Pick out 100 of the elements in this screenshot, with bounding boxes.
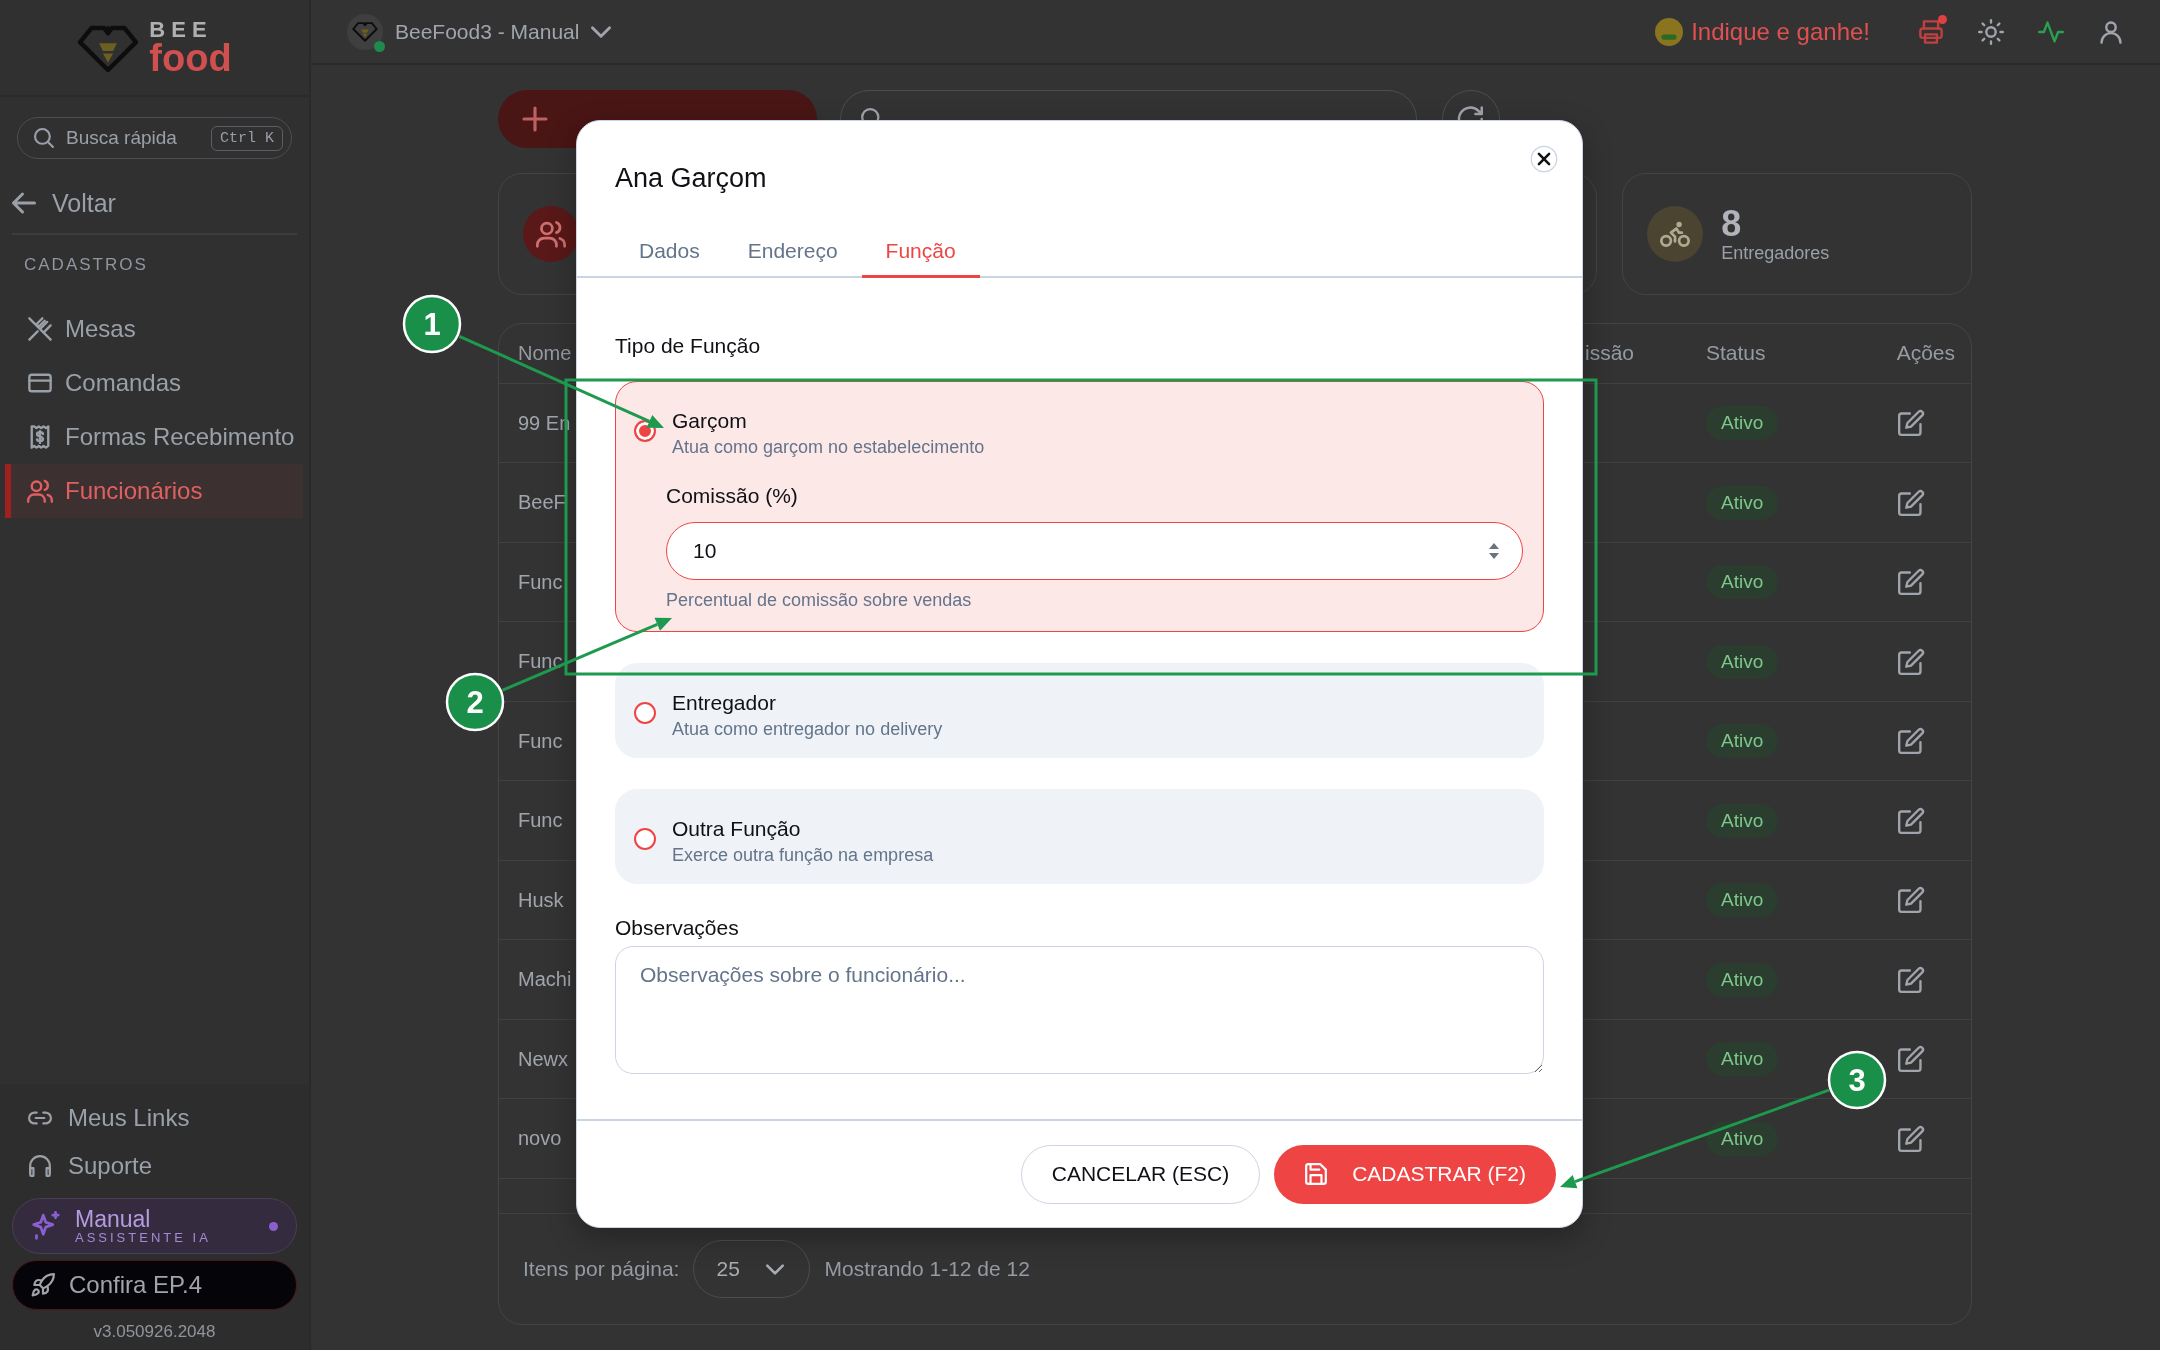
status-badge: Ativo [1706,962,1779,997]
sidebar-item[interactable]: Mesas [5,302,303,356]
status-badge: Ativo [1706,644,1779,679]
pagination-summary: Mostrando 1-12 de 12 [824,1257,1030,1282]
option-description: Exerce outra função na empresa [672,845,935,866]
status-badge: Ativo [1706,883,1779,918]
table-cell-text: Func [517,729,563,753]
option-description: Atua como garçom no estabelecimento [672,437,986,458]
edit-icon[interactable] [1898,1046,1924,1073]
option-card[interactable]: Garçom Atua como garçom no estabelecimento Comissão (%) 10 Percentual de comissão sobre vendas [615,381,1544,632]
column-header: Ações [1896,341,1956,366]
option-card[interactable]: Outra Função Exerce outra função na empresa [615,789,1544,884]
back-arrow-icon [12,191,36,215]
option-card[interactable]: Entregador Atua como entregador no delivery [615,663,1544,758]
option-title: Garçom [672,409,748,433]
sidebar-link[interactable]: Suporte [12,1142,297,1190]
printer-icon [1918,18,1944,45]
edit-icon[interactable] [1898,1125,1924,1152]
users-icon [27,478,53,504]
section-label: Tipo de Função [615,334,762,358]
notification-dot [1938,14,1947,24]
table-cell-text: BeeF [517,491,566,515]
option-description: Atua como entregador no delivery [672,719,944,740]
submit-button[interactable]: CADASTRAR (F2) [1274,1144,1556,1204]
chevron-down-icon [765,1263,784,1275]
per-page-label: Itens por página: [523,1257,680,1282]
column-header: issão [1585,341,1635,366]
table-cell-text: Newx [517,1047,568,1071]
radio-button[interactable] [634,828,656,850]
dialog-title: Ana Garçom [615,163,768,194]
shortcut-key: Ctrl K [211,125,283,151]
status-badge: Ativo [1706,485,1779,520]
sidebar-item[interactable]: Comandas [5,356,303,410]
status-badge: Ativo [1706,724,1779,759]
sun-icon[interactable] [1978,18,2004,45]
close-icon[interactable] [1530,145,1558,173]
search-icon [34,128,54,148]
users-icon [536,219,566,249]
workspace-selector[interactable]: BeeFood3 - Manual [347,13,612,50]
headset-icon [28,1154,52,1178]
status-badge: Ativo [1706,406,1779,441]
online-dot [374,40,385,52]
workspace-logo-icon [352,21,378,42]
emoji-icon [1655,17,1684,46]
edit-icon[interactable] [1898,410,1924,437]
assistant-button[interactable]: Manual ASSISTENTE IA [12,1198,297,1254]
save-icon [1304,1162,1329,1186]
section-heading: CADASTROS [24,255,149,275]
promo-button[interactable]: Confira EP.4 [12,1260,297,1310]
edit-icon[interactable] [1898,648,1924,675]
status-dot [269,1221,278,1231]
commission-field[interactable]: 10 [666,522,1523,580]
tab[interactable]: Função [861,229,980,278]
option-title: Outra Função [672,817,802,841]
user-icon[interactable] [2098,18,2124,45]
callout-marker: 2 [445,672,505,732]
option-title: Entregador [672,691,777,715]
status-badge: Ativo [1706,803,1779,838]
radio-button[interactable] [634,702,656,724]
status-badge: Ativo [1706,565,1779,600]
notes-field[interactable]: Observações sobre o funcionário... [615,946,1544,1074]
sparkle-icon [31,1211,61,1241]
spinner-icon[interactable] [1487,541,1501,561]
bicycle-icon [1660,219,1691,249]
table-cell-text: novo [517,1127,562,1151]
back-link[interactable]: Voltar [12,181,297,235]
referral-link[interactable]: Indique e ganhe! [1655,17,1870,46]
column-header: Nome [517,341,572,365]
tab[interactable]: Dados [615,229,724,278]
printer-button[interactable] [1918,18,1944,45]
utensils-icon [27,316,53,342]
callout-marker: 3 [1827,1050,1887,1110]
tab[interactable]: Endereço [723,229,862,278]
edit-icon[interactable] [1898,728,1924,755]
help-text: Percentual de comissão sobre vendas [666,590,973,611]
logo-wordmark: food [149,38,232,77]
logo-wordmark-top: BEE [149,18,214,41]
search-placeholder: Busca rápida [66,127,177,149]
edit-icon[interactable] [1898,807,1924,834]
table-cell-text: Machi [517,968,572,992]
edit-icon[interactable] [1898,887,1924,914]
table-cell-text: Husk [517,888,564,912]
sidebar-link[interactable]: Meus Links [12,1094,297,1142]
stat-label: Entregadores [1721,243,1830,264]
edit-icon[interactable] [1898,489,1924,516]
activity-icon[interactable] [2038,18,2064,45]
edit-icon[interactable] [1898,569,1924,596]
field-label: Comissão (%) [666,484,799,508]
field-label: Observações [615,916,740,940]
sidebar-item[interactable]: Formas Recebimento [5,410,303,464]
table-cell-text: Func [517,809,563,833]
callout-marker: 1 [402,294,462,354]
edit-icon[interactable] [1898,966,1924,993]
version-label: v3.050926.2048 [92,1322,217,1342]
sidebar-item[interactable]: Funcionários [5,464,303,518]
assistant-title: Manual [75,1207,152,1232]
column-header: Status [1706,341,1766,366]
cancel-button[interactable]: CANCELAR (ESC) [1020,1144,1261,1204]
status-badge: Ativo [1706,1121,1779,1156]
chevron-down-icon [591,25,612,38]
